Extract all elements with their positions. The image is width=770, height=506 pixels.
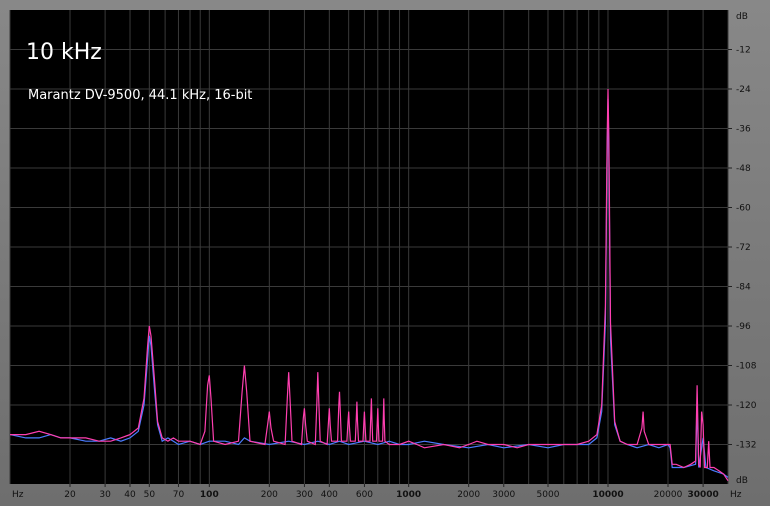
y-tick-label: -12 [736, 46, 751, 56]
x-tick-label: 20 [64, 490, 76, 500]
y-unit-label-top: dB [736, 12, 748, 22]
y-tick-label: -96 [736, 322, 751, 332]
x-unit-label-right: Hz [730, 490, 742, 500]
x-tick-label: 1000 [396, 490, 421, 500]
x-tick-label: 300 [296, 490, 313, 500]
y-tick-label: -24 [736, 85, 751, 95]
x-tick-label: 30 [99, 490, 111, 500]
x-unit-label-left: Hz [12, 490, 24, 500]
y-unit-label-bottom: dB [736, 476, 748, 486]
x-tick-label: 40 [124, 490, 136, 500]
y-tick-label: -60 [736, 204, 751, 214]
x-tick-label: 70 [173, 490, 185, 500]
spectrum-window: dB dB -12 -24 -36 -48 -60 -72 -84 -96 -108 -120 -132… [0, 0, 770, 506]
x-axis: Hz Hz 20 30 40 50 70 100 200 300 400 600 1000 2000 300… [12, 484, 742, 500]
x-tick-label: 30000 [687, 490, 718, 500]
x-tick-label: 100 [200, 490, 219, 500]
x-tick-label: 200 [261, 490, 278, 500]
y-tick-label: -132 [736, 441, 756, 451]
x-tick-label: 3000 [492, 490, 515, 500]
x-tick-label: 400 [321, 490, 338, 500]
x-tick-label: 10000 [592, 490, 623, 500]
y-axis: dB dB -12 -24 -36 -48 -60 -72 -84 -96 -108 -120 -132 [728, 12, 757, 486]
y-tick-label: -36 [736, 125, 751, 135]
x-tick-label: 600 [356, 490, 373, 500]
x-tick-label: 5000 [537, 490, 560, 500]
x-tick-label: 2000 [457, 490, 480, 500]
y-tick-label: -48 [736, 164, 751, 174]
y-tick-label: -108 [736, 362, 757, 372]
y-tick-label: -84 [736, 283, 751, 293]
x-tick-label: 20000 [654, 490, 683, 500]
y-tick-label: -120 [736, 401, 757, 411]
chart-title: 10 kHz [26, 40, 102, 65]
y-tick-label: -72 [736, 243, 751, 253]
x-tick-label: 50 [144, 490, 156, 500]
spectrum-chart: dB dB -12 -24 -36 -48 -60 -72 -84 -96 -108 -120 -132… [9, 10, 757, 500]
chart-subtitle: Marantz DV-9500, 44.1 kHz, 16-bit [28, 88, 253, 103]
